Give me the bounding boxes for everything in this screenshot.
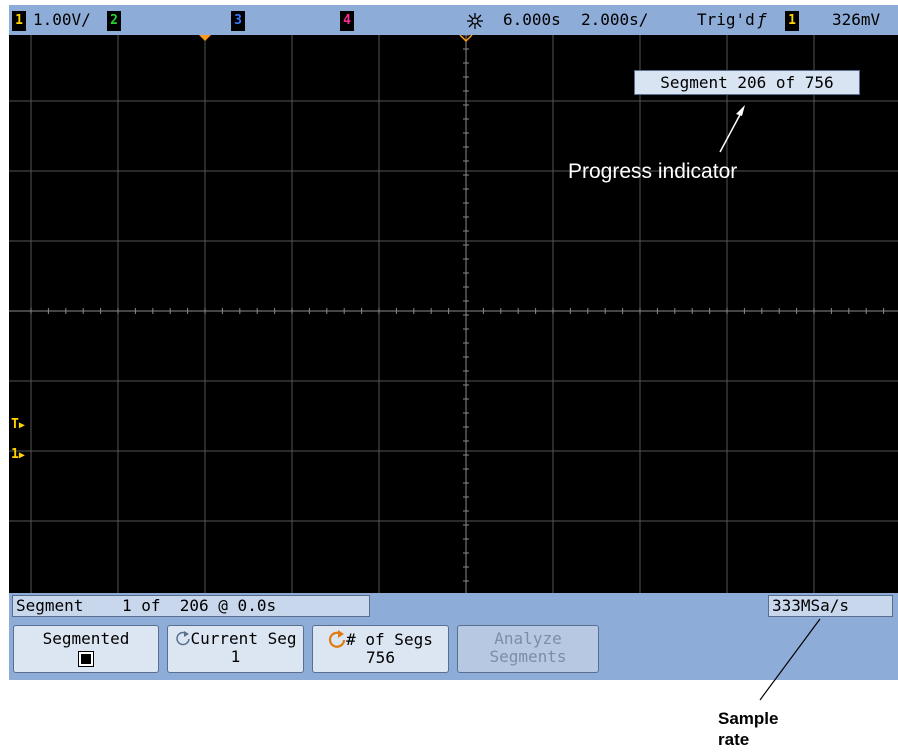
sample-rate-annotation: Sample rate: [718, 708, 778, 750]
sample-rate-annotation-line1: Sample: [718, 709, 779, 728]
sample-rate-callout-line: [759, 618, 821, 701]
sample-rate-annotation-line2: rate: [718, 730, 750, 749]
